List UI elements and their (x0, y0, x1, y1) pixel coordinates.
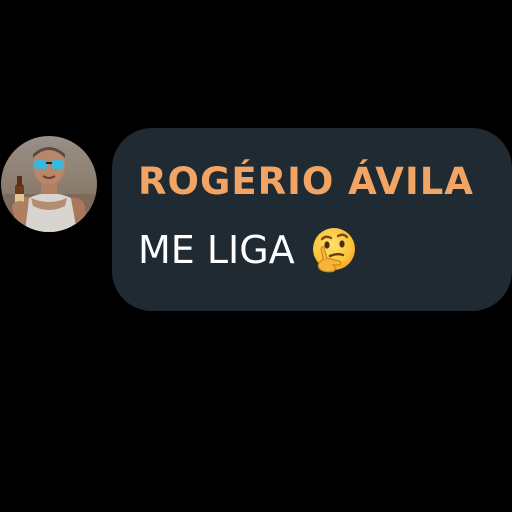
message-text: ME LIGA (138, 228, 295, 272)
avatar-photo (1, 136, 97, 232)
message-row: ME LIGA (138, 222, 359, 278)
sender-name: ROGÉRIO ÁVILA (138, 160, 474, 203)
message-bubble[interactable]: ROGÉRIO ÁVILA ME LIGA (112, 128, 512, 311)
thinking-face-icon (309, 225, 359, 275)
avatar[interactable] (1, 136, 97, 232)
chat-sticker: ROGÉRIO ÁVILA ME LIGA (0, 0, 512, 512)
